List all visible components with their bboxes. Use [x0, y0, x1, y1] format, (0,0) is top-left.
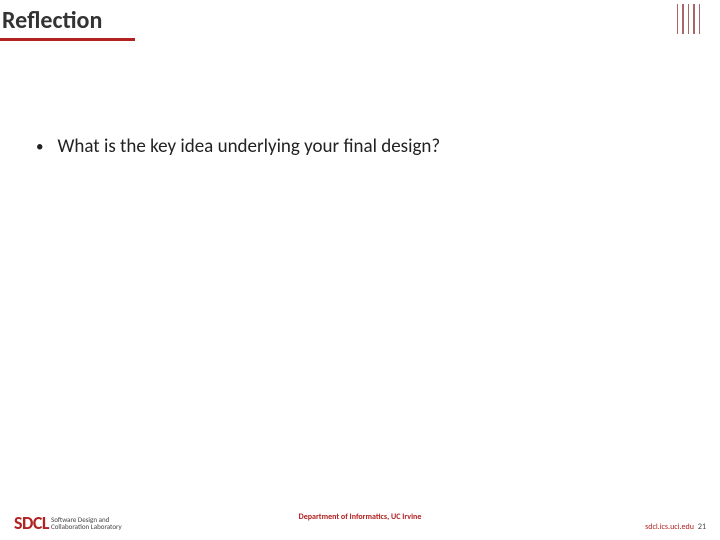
footer-right: sdcl.ics.uci.edu 21 [645, 522, 706, 532]
slide-title: Reflection [2, 6, 102, 35]
footer-department: Department of Informatics, UC Irvine [299, 512, 422, 522]
logo-text: SDCL [14, 514, 49, 532]
decorative-lines-icon [677, 4, 701, 34]
footer: SDCL Software Design and Collaboration L… [0, 514, 720, 532]
footer-url: sdcl.ics.uci.edu [645, 522, 694, 532]
bullet-list: • What is the key idea underlying your f… [30, 135, 690, 159]
bullet-icon: • [36, 135, 43, 159]
list-item: • What is the key idea underlying your f… [30, 135, 690, 159]
page-number: 21 [698, 522, 706, 532]
bullet-text: What is the key idea underlying your fin… [57, 135, 440, 158]
title-underline [0, 38, 135, 41]
logo-sub-line2: Collaboration Laboratory [51, 523, 122, 531]
logo-subtitle: Software Design and Collaboration Labora… [51, 516, 122, 532]
footer-logo-block: SDCL Software Design and Collaboration L… [14, 514, 122, 532]
